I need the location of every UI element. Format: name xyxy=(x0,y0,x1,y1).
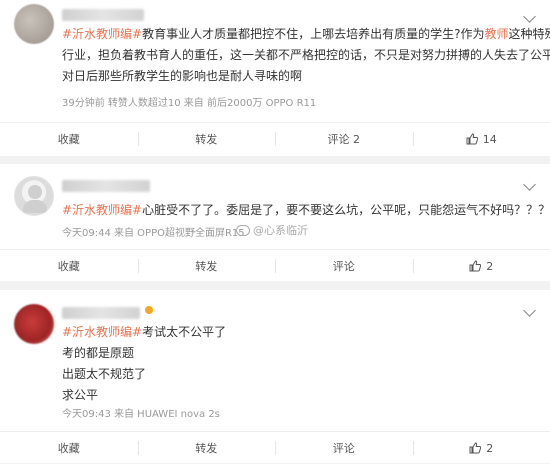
post-text: 行业，担负着教书育人的重任，这一关都不严格把控的话，不只是对努力拼搏的人失去了公… xyxy=(62,45,538,66)
username-blurred[interactable] xyxy=(62,9,144,21)
post-card: #沂水教师编#教育事业人才质量都把控不住，上哪去培养出有质量的学生?作为教师这种… xyxy=(0,0,550,156)
repost-label: 转发 xyxy=(195,131,217,147)
post-card: #沂水教师编#考试太不公平了 考的都是原题 出题太不规范了 求公平 今天09:4… xyxy=(0,290,550,463)
thumbs-up-icon xyxy=(466,133,478,145)
chevron-down-icon[interactable] xyxy=(523,10,536,23)
repost-label: 转发 xyxy=(195,258,217,274)
avatar[interactable] xyxy=(14,4,54,44)
username-blurred[interactable] xyxy=(62,307,140,319)
like-count: 2 xyxy=(486,260,493,273)
comment-button[interactable]: 评论 xyxy=(275,432,413,464)
post-content: #沂水教师编#教育事业人才质量都把控不住，上哪去培养出有质量的学生?作为教师这种… xyxy=(62,24,538,87)
post-text: 这种特殊 xyxy=(509,27,550,41)
comment-label: 评论 2 xyxy=(328,131,361,147)
comment-button[interactable]: 评论 xyxy=(275,250,413,282)
comment-label: 评论 xyxy=(333,440,355,456)
post-text: 教育事业人才质量都把控不住，上哪去培养出有质量的学生?作为 xyxy=(142,27,484,41)
favorite-button[interactable]: 收藏 xyxy=(0,123,138,155)
comment-button[interactable]: 评论 2 xyxy=(275,123,413,155)
watermark: @心系临沂 xyxy=(236,222,308,238)
avatar[interactable] xyxy=(14,304,54,344)
favorite-button[interactable]: 收藏 xyxy=(0,432,138,464)
hashtag-link[interactable]: #沂水教师编# xyxy=(62,203,142,217)
hashtag-link[interactable]: #沂水教师编# xyxy=(62,27,142,41)
like-count: 14 xyxy=(483,133,497,146)
chevron-down-icon[interactable] xyxy=(523,178,536,191)
like-count: 2 xyxy=(486,442,493,455)
post-text: 出题太不规范了 xyxy=(62,364,538,385)
avatar[interactable] xyxy=(14,176,54,216)
post-meta: 39分钟前 转赞人数超过10 来自 前后2000万 OPPO R11 xyxy=(62,94,316,109)
favorite-label: 收藏 xyxy=(58,131,80,147)
post-text: 心脏受不了了。委屈是了，要不要这么坑，公平呢，只能怨运气不好吗？？？ xyxy=(142,203,550,217)
comment-label: 评论 xyxy=(333,258,355,274)
vip-badge-icon xyxy=(145,306,153,314)
post-text: 求公平 xyxy=(62,385,538,406)
repost-button[interactable]: 转发 xyxy=(138,432,276,464)
hashtag-link[interactable]: #沂水教师编# xyxy=(62,325,142,339)
favorite-button[interactable]: 收藏 xyxy=(0,250,138,282)
keyword-link[interactable]: 教师 xyxy=(485,27,509,41)
like-button[interactable]: 2 xyxy=(413,432,550,464)
post-content: #沂水教师编#心脏受不了了。委屈是了，要不要这么坑，公平呢，只能怨运气不好吗？？… xyxy=(62,200,538,221)
repost-label: 转发 xyxy=(195,440,217,456)
like-button[interactable]: 14 xyxy=(413,123,550,155)
post-text: 考试太不公平了 xyxy=(142,325,226,339)
action-bar: 收藏 转发 评论 2 xyxy=(0,249,550,282)
action-bar: 收藏 转发 评论 2 xyxy=(0,431,550,464)
thumbs-up-icon xyxy=(469,260,481,272)
thumbs-up-icon xyxy=(469,442,481,454)
chevron-down-icon[interactable] xyxy=(523,304,536,317)
like-button[interactable]: 2 xyxy=(413,250,550,282)
favorite-label: 收藏 xyxy=(58,440,80,456)
favorite-label: 收藏 xyxy=(58,258,80,274)
watermark-text: @心系临沂 xyxy=(253,222,308,238)
repost-button[interactable]: 转发 xyxy=(138,123,276,155)
post-meta: 今天09:43 来自 HUAWEI nova 2s xyxy=(62,405,220,420)
post-text: 对日后那些所教学生的影响也是耐人寻味的啊 xyxy=(62,66,538,87)
post-content: #沂水教师编#考试太不公平了 考的都是原题 出题太不规范了 求公平 xyxy=(62,322,538,406)
weibo-logo-icon xyxy=(236,225,250,236)
username-blurred[interactable] xyxy=(62,180,150,192)
repost-button[interactable]: 转发 xyxy=(138,250,276,282)
action-bar: 收藏 转发 评论 2 14 xyxy=(0,122,550,155)
post-text: 考的都是原题 xyxy=(62,343,538,364)
post-meta: 今天09:44 来自 OPPO超视野全面屏R15 xyxy=(62,224,245,239)
